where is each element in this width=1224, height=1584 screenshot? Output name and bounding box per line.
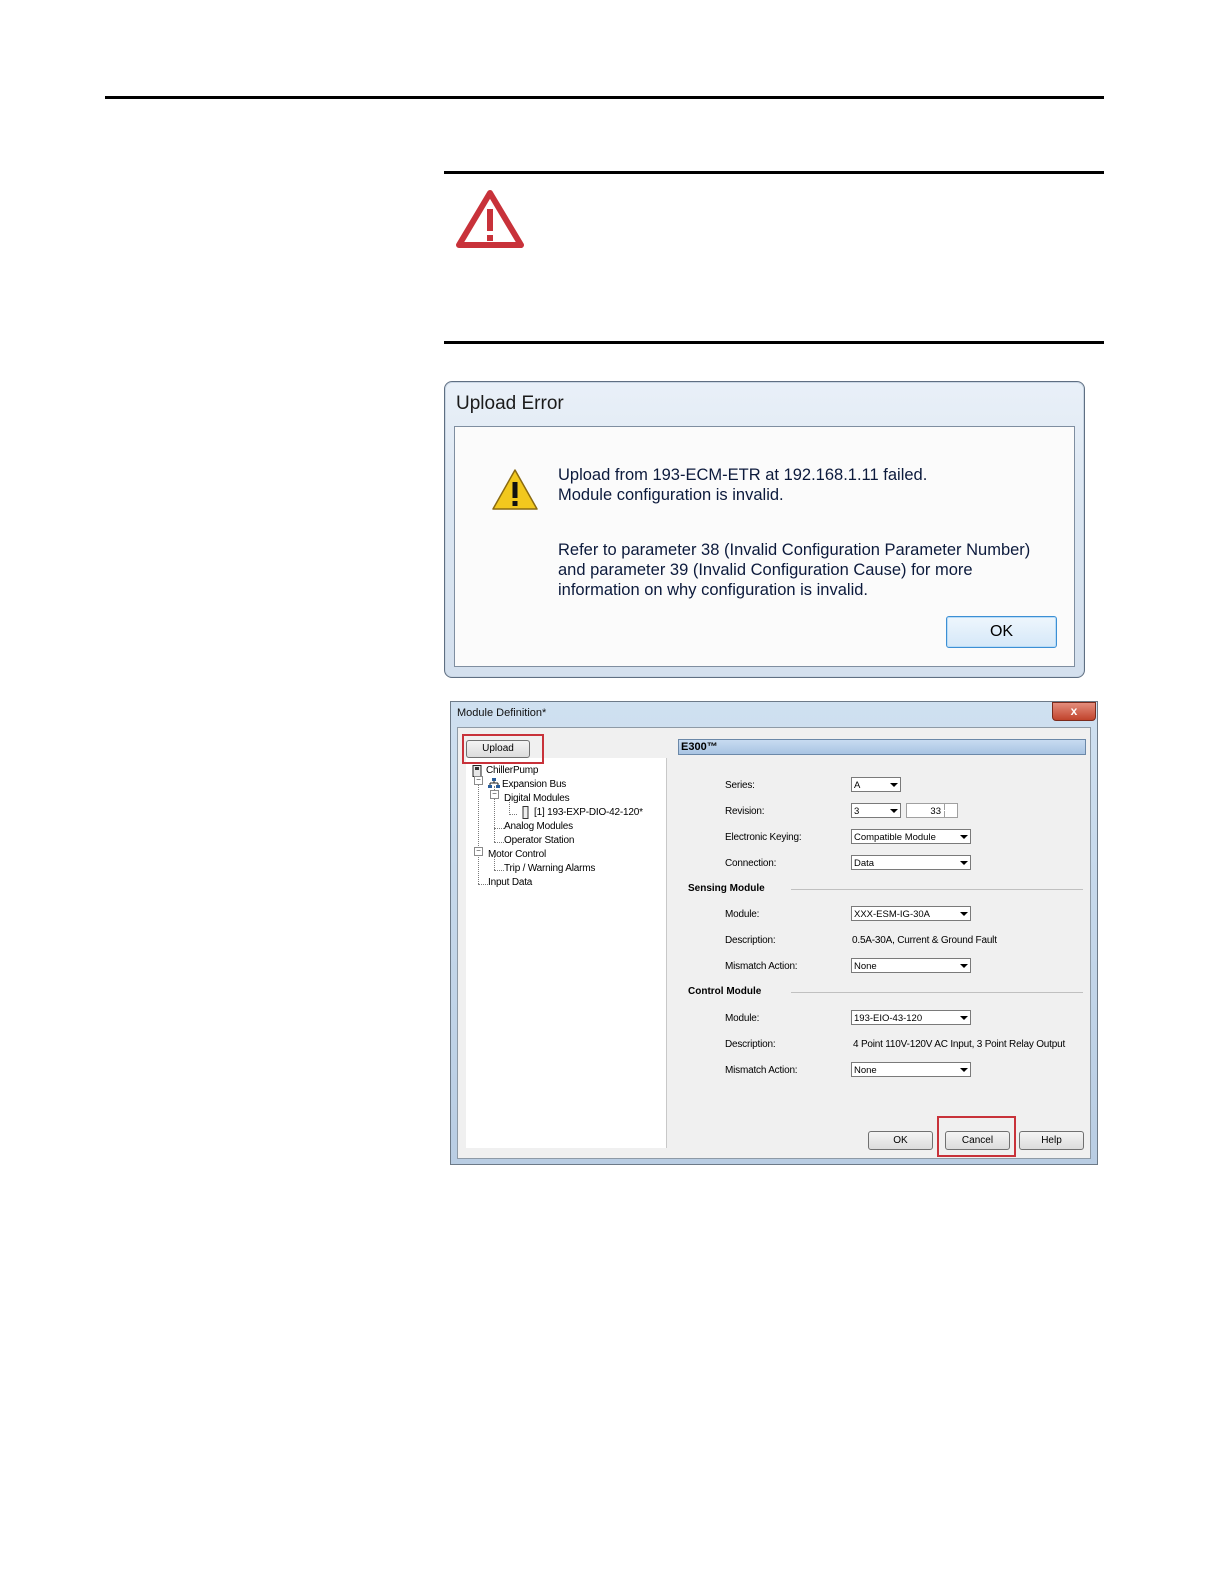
sensing-module-value: XXX-ESM-IG-30A	[854, 909, 931, 920]
error-message-line: Refer to parameter 38 (Invalid Configura…	[558, 541, 1031, 559]
attention-top-rule	[444, 171, 1104, 174]
control-description-label: Description:	[725, 1039, 776, 1050]
tree-item-chillerpump[interactable]: ChillerPump	[486, 765, 538, 776]
revision-major-value: 3	[854, 806, 860, 817]
electronic-keying-select[interactable]: Compatible Module	[851, 829, 971, 844]
sensing-module-select[interactable]: XXX-ESM-IG-30A	[851, 906, 971, 921]
series-value: A	[854, 780, 861, 791]
module-icon	[522, 806, 529, 819]
upload-error-dialog: Upload Error Upload from 193-ECM-ETR at …	[444, 381, 1085, 678]
module-tree: ChillerPump − Expansion Bus − Digital Mo…	[466, 758, 667, 1148]
tree-item-trip-warning-alarms[interactable]: Trip / Warning Alarms	[504, 863, 595, 874]
electronic-keying-value: Compatible Module	[854, 832, 936, 843]
dropdown-arrow-icon	[890, 809, 898, 813]
tree-guide	[509, 814, 517, 815]
sensing-module-heading: Sensing Module	[688, 883, 765, 894]
dropdown-arrow-icon	[960, 912, 968, 916]
connection-label: Connection:	[725, 858, 777, 869]
spin-up-icon[interactable]	[944, 804, 957, 810]
tree-guide	[478, 884, 488, 885]
dropdown-arrow-icon	[960, 1068, 968, 1072]
control-description-value: 4 Point 110V-120V AC Input, 3 Point Rela…	[853, 1039, 1066, 1050]
tree-item-digital-modules[interactable]: Digital Modules	[504, 793, 570, 804]
tree-item-analog-modules[interactable]: Analog Modules	[504, 821, 573, 832]
collapse-icon[interactable]: −	[490, 790, 499, 799]
dropdown-arrow-icon	[960, 835, 968, 839]
module-header: E300™	[678, 739, 1086, 755]
electronic-keying-label: Electronic Keying:	[725, 832, 802, 843]
help-button[interactable]: Help	[1019, 1131, 1084, 1150]
page-header-rule	[105, 96, 1104, 99]
revision-minor-value: 33	[930, 806, 941, 817]
dropdown-arrow-icon	[890, 783, 898, 787]
error-message-line: Upload from 193-ECM-ETR at 192.168.1.11 …	[558, 466, 928, 484]
warning-triangle-icon	[456, 190, 524, 248]
sensing-description-value: 0.5A-30A, Current & Ground Fault	[852, 935, 997, 946]
sensing-mismatch-select[interactable]: None	[851, 958, 971, 973]
revision-minor-stepper[interactable]: 33	[906, 803, 958, 818]
highlight-box	[462, 734, 544, 764]
control-module-value: 193-EIO-43-120	[854, 1013, 923, 1024]
revision-label: Revision:	[725, 806, 765, 817]
caution-icon	[492, 469, 538, 510]
section-divider	[791, 992, 1083, 993]
tree-guide	[494, 828, 504, 829]
close-icon[interactable]: x	[1052, 702, 1096, 721]
dialog-body: Upload from 193-ECM-ETR at 192.168.1.11 …	[454, 426, 1075, 667]
section-divider	[791, 889, 1083, 890]
module-definition-dialog: Module Definition* x ChillerPump − Expan…	[450, 701, 1098, 1165]
collapse-icon[interactable]: −	[474, 847, 483, 856]
network-icon	[488, 778, 500, 788]
sensing-module-label: Module:	[725, 909, 760, 920]
tree-guide	[494, 842, 504, 843]
series-label: Series:	[725, 780, 755, 791]
tree-guide	[478, 772, 479, 884]
ok-button[interactable]: OK	[946, 616, 1057, 648]
sensing-mismatch-value: None	[854, 961, 877, 972]
dialog-content: ChillerPump − Expansion Bus − Digital Mo…	[457, 727, 1091, 1159]
control-mismatch-select[interactable]: None	[851, 1062, 971, 1077]
attention-bottom-rule	[444, 341, 1104, 344]
control-mismatch-label: Mismatch Action:	[725, 1065, 798, 1076]
ok-button[interactable]: OK	[868, 1131, 933, 1150]
collapse-icon[interactable]: −	[474, 776, 483, 785]
series-select[interactable]: A	[851, 777, 901, 792]
tree-item-input-data[interactable]: Input Data	[488, 877, 532, 888]
error-message-line: and parameter 39 (Invalid Configuration …	[558, 561, 973, 579]
tree-guide	[494, 870, 504, 871]
error-message-line: Module configuration is invalid.	[558, 486, 784, 504]
tree-item-digital-module[interactable]: [1] 193-EXP-DIO-42-120*	[534, 807, 643, 818]
sensing-description-label: Description:	[725, 935, 776, 946]
tree-item-operator-station[interactable]: Operator Station	[504, 835, 574, 846]
spin-down-icon[interactable]	[944, 811, 957, 817]
tree-item-expansion-bus[interactable]: Expansion Bus	[502, 779, 566, 790]
dialog-title: Module Definition*	[457, 707, 547, 719]
sensing-mismatch-label: Mismatch Action:	[725, 961, 798, 972]
control-module-select[interactable]: 193-EIO-43-120	[851, 1010, 971, 1025]
dropdown-arrow-icon	[960, 861, 968, 865]
error-message-line: information on why configuration is inva…	[558, 581, 868, 599]
highlight-box	[937, 1116, 1016, 1157]
control-module-label: Module:	[725, 1013, 760, 1024]
dropdown-arrow-icon	[960, 964, 968, 968]
control-mismatch-value: None	[854, 1065, 877, 1076]
connection-value: Data	[854, 858, 875, 869]
dropdown-arrow-icon	[960, 1016, 968, 1020]
control-module-heading: Control Module	[688, 986, 762, 997]
revision-major-select[interactable]: 3	[851, 803, 901, 818]
dialog-title: Upload Error	[456, 393, 564, 414]
connection-select[interactable]: Data	[851, 855, 971, 870]
tree-item-motor-control[interactable]: Motor Control	[488, 849, 546, 860]
